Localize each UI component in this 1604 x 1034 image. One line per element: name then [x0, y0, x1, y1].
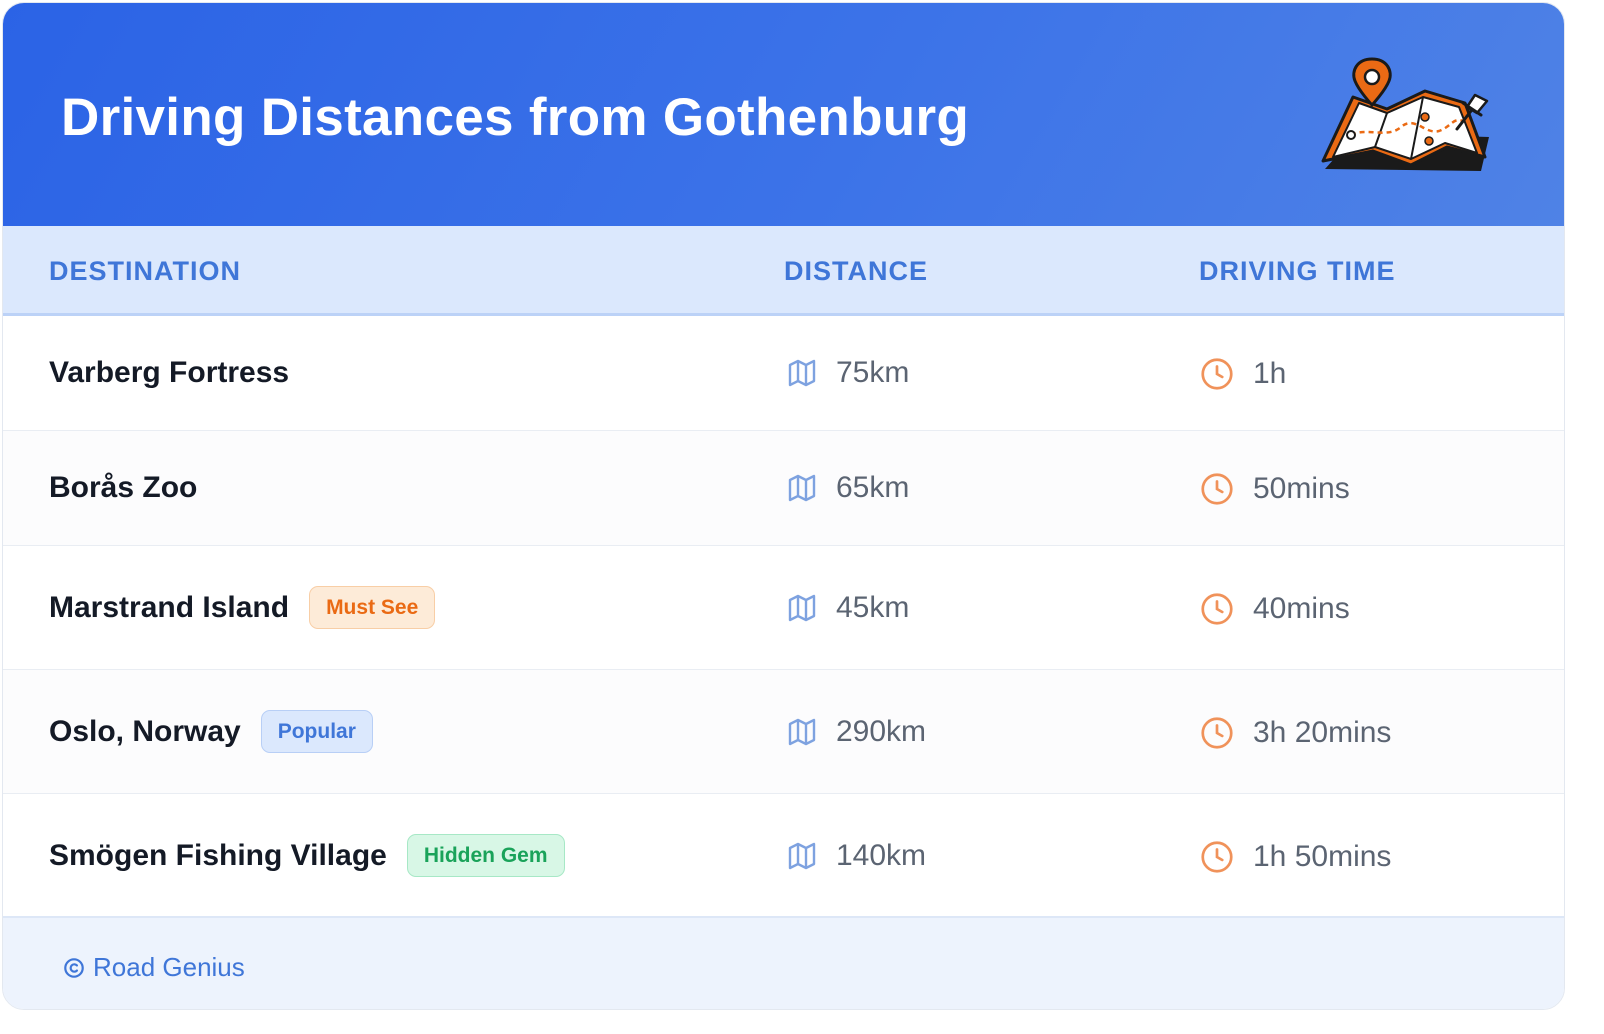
table-header: DESTINATION DISTANCE DRIVING TIME	[3, 226, 1564, 316]
time-cell: 3h 20mins	[1199, 715, 1391, 751]
column-header-destination: DESTINATION	[49, 256, 241, 286]
column-header-distance: DISTANCE	[784, 256, 929, 286]
destination-name: Marstrand Island	[49, 590, 290, 624]
time-cell: 40mins	[1199, 591, 1350, 627]
clock-icon	[1201, 593, 1233, 625]
time-value: 1h 50mins	[1253, 840, 1392, 873]
destination-cell: Marstrand Island Must See	[49, 586, 436, 629]
destination-cell: Smögen Fishing Village Hidden Gem	[49, 834, 565, 877]
time-cell: 1h	[1199, 356, 1286, 392]
map-icon	[788, 718, 816, 746]
table-row: Marstrand Island Must See 45km 40mins	[3, 546, 1564, 670]
distance-value: 65km	[836, 471, 910, 504]
distance-table-card: Driving Distances from Gothenburg DESTIN…	[2, 2, 1565, 1010]
map-with-pin-icon	[1321, 57, 1489, 171]
column-header-driving-time: DRIVING TIME	[1199, 256, 1396, 286]
card-footer: Road Genius	[3, 916, 1564, 1009]
distance-cell: 140km	[786, 839, 926, 873]
clock-icon	[1201, 473, 1233, 505]
distance-cell: 65km	[786, 471, 909, 505]
destination-cell: Borås Zoo	[49, 471, 197, 505]
distance-cell: 45km	[786, 591, 909, 625]
destination-name: Borås Zoo	[49, 471, 198, 504]
destination-cell: Varberg Fortress	[49, 356, 289, 390]
destination-name: Smögen Fishing Village	[49, 838, 387, 872]
clock-icon	[1201, 358, 1233, 390]
must-see-badge: Must See	[309, 586, 436, 629]
hidden-gem-badge: Hidden Gem	[406, 834, 565, 877]
distance-cell: 75km	[786, 356, 909, 390]
distance-value: 140km	[836, 839, 927, 872]
table-row: Varberg Fortress 75km 1h	[3, 316, 1564, 431]
card-header: Driving Distances from Gothenburg	[3, 3, 1564, 226]
time-cell: 1h 50mins	[1199, 839, 1391, 875]
table-row: Borås Zoo 65km 50mins	[3, 431, 1564, 546]
footer-credit: Road Genius	[63, 952, 245, 983]
footer-brand-link[interactable]: Road Genius	[93, 952, 245, 983]
distance-value: 290km	[836, 715, 927, 748]
map-icon	[788, 594, 816, 622]
time-value: 1h	[1253, 357, 1287, 390]
time-value: 50mins	[1253, 472, 1350, 505]
map-icon	[788, 359, 816, 387]
popular-badge: Popular	[260, 710, 373, 753]
time-cell: 50mins	[1199, 471, 1350, 507]
destination-name: Oslo, Norway	[49, 714, 241, 748]
table-row: Oslo, Norway Popular 290km 3h 20mins	[3, 670, 1564, 794]
distance-value: 75km	[836, 356, 910, 389]
destination-cell: Oslo, Norway Popular	[49, 710, 373, 753]
time-value: 3h 20mins	[1253, 716, 1392, 749]
map-icon	[788, 842, 816, 870]
copyright-icon	[64, 957, 84, 978]
clock-icon	[1201, 717, 1233, 749]
page-title: Driving Distances from Gothenburg	[61, 88, 970, 147]
table-row: Smögen Fishing Village Hidden Gem 140km …	[3, 794, 1564, 916]
clock-icon	[1201, 841, 1233, 873]
distance-value: 45km	[836, 591, 910, 624]
destination-name: Varberg Fortress	[49, 356, 290, 389]
distance-cell: 290km	[786, 715, 926, 749]
time-value: 40mins	[1253, 592, 1350, 625]
map-icon	[788, 474, 816, 502]
